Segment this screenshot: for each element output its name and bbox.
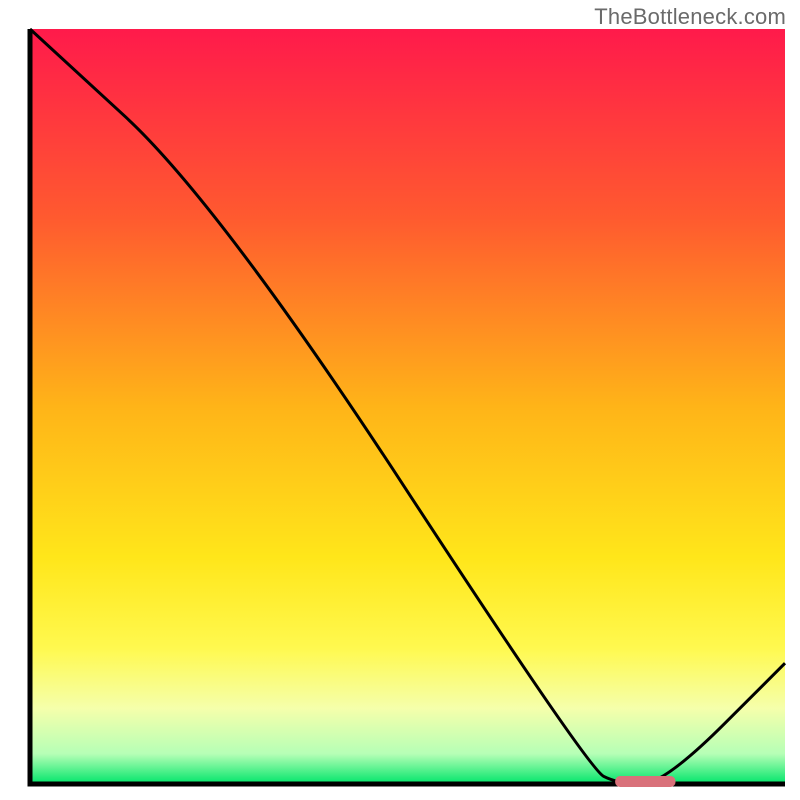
watermark-label: TheBottleneck.com <box>594 4 786 30</box>
chart-container: TheBottleneck.com <box>0 0 800 800</box>
bottleneck-chart <box>0 0 800 800</box>
plot-background <box>30 29 785 784</box>
marker-bar <box>615 776 675 787</box>
